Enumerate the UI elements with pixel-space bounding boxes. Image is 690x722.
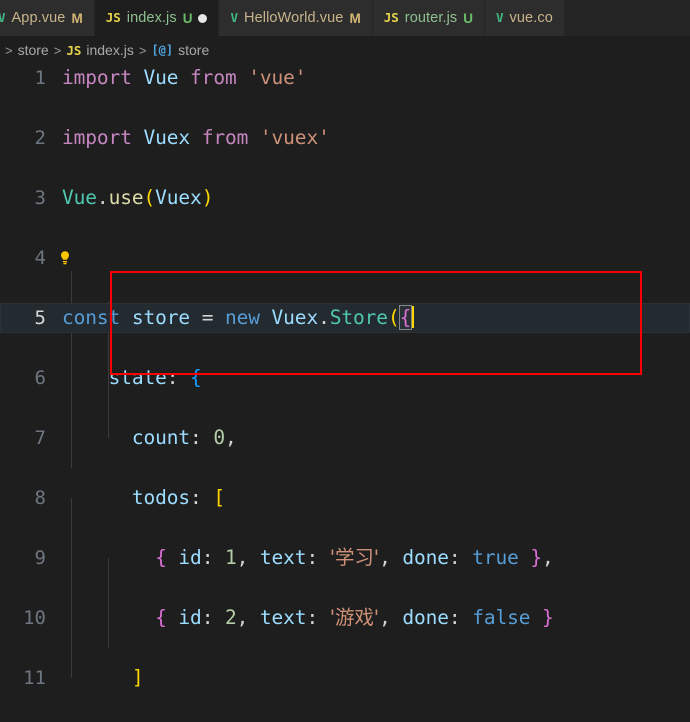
variable-icon: [@]	[151, 43, 174, 57]
code-text: import Vuex from 'vuex'	[62, 126, 330, 149]
code-text: const store = new Vuex.Store({	[62, 303, 415, 333]
code-line-active[interactable]: 5 const store = new Vuex.Store({	[0, 303, 690, 333]
tab-router-js[interactable]: JS router.js U	[372, 0, 486, 36]
vscode-window: V App.vue M JS index.js U V HelloWorld.v…	[0, 0, 690, 722]
code-text: import Vue from 'vue'	[62, 66, 307, 89]
breadcrumb-file-label: index.js	[86, 42, 134, 58]
code-text: count: 0,	[131, 426, 237, 449]
tab-status-badge: M	[71, 10, 83, 26]
line-number: 2	[34, 127, 46, 149]
tab-status-badge: M	[349, 10, 361, 26]
vue-icon: V	[230, 9, 239, 25]
code-line[interactable]: 2 import Vuex from 'vuex'	[0, 123, 690, 153]
code-text: todos: [	[131, 486, 225, 509]
line-number: 11	[23, 667, 46, 689]
code-line[interactable]: 10 { id: 2, text: '游戏', done: false }	[0, 603, 690, 633]
tab-status-badge: U	[463, 10, 474, 26]
code-line[interactable]: 1 import Vue from 'vue'	[0, 63, 690, 93]
code-line[interactable]: 7 count: 0,	[0, 423, 690, 453]
breadcrumb-item-file[interactable]: JS index.js	[66, 42, 134, 58]
line-number: 9	[34, 547, 46, 569]
editor-tab-bar: V App.vue M JS index.js U V HelloWorld.v…	[0, 0, 690, 37]
breadcrumb-item-symbol[interactable]: [@] store	[151, 42, 209, 58]
tab-helloworld-vue[interactable]: V HelloWorld.vue M	[219, 0, 373, 36]
code-line[interactable]: 3 Vue.use(Vuex)	[0, 183, 690, 213]
breadcrumb-symbol-label: store	[178, 42, 210, 58]
code-line[interactable]: 11 ]	[0, 663, 690, 693]
code-line[interactable]: 8 todos: [	[0, 483, 690, 513]
lightbulb-icon[interactable]	[57, 249, 73, 267]
breadcrumb-folder-label: store	[17, 42, 49, 58]
tab-label: HelloWorld.vue	[244, 10, 344, 26]
tab-status-badge: U	[182, 10, 193, 26]
breadcrumb-separator: >	[5, 42, 13, 58]
js-icon: JS	[66, 42, 82, 58]
unsaved-indicator-icon[interactable]	[198, 13, 208, 23]
tab-index-js[interactable]: JS index.js U	[94, 0, 220, 36]
line-number: 6	[34, 367, 46, 389]
breadcrumb-item-folder[interactable]: store	[18, 42, 49, 58]
line-number: 10	[23, 607, 46, 629]
indent-guide	[71, 498, 72, 678]
breadcrumb-separator: >	[53, 42, 62, 58]
line-number: 5	[34, 307, 46, 329]
tab-vue-config-js[interactable]: V vue.co	[485, 0, 565, 36]
breadcrumb: > store > JS index.js > [@] store	[0, 37, 690, 63]
code-text: { id: 2, text: '游戏', done: false }	[155, 606, 554, 629]
code-editor[interactable]: 1 import Vue from 'vue' 2 import Vuex fr…	[0, 63, 690, 722]
line-number: 8	[34, 487, 46, 509]
line-number: 1	[34, 67, 46, 89]
breadcrumb-separator: >	[138, 42, 147, 58]
code-line[interactable]: 9 { id: 1, text: '学习', done: true },	[0, 543, 690, 573]
code-line[interactable]: 6 state: {	[0, 363, 690, 393]
line-number: 4	[34, 247, 46, 269]
tab-label: App.vue	[11, 10, 66, 26]
code-text: { id: 1, text: '学习', done: true },	[155, 546, 554, 569]
js-icon: JS	[383, 9, 399, 25]
line-number: 7	[34, 427, 46, 449]
tab-label: index.js	[126, 10, 177, 26]
line-number: 3	[34, 187, 46, 209]
code-line[interactable]: 4	[0, 243, 690, 273]
tab-app-vue[interactable]: V App.vue M	[0, 0, 95, 36]
code-text: state: {	[108, 366, 202, 389]
js-icon: JS	[105, 9, 121, 25]
indent-guide	[71, 271, 72, 438]
tab-label: vue.co	[509, 10, 553, 26]
vue-icon: V	[0, 11, 6, 25]
code-text: Vue.use(Vuex)	[62, 186, 214, 209]
vue-config-icon: V	[496, 9, 504, 25]
tab-label: router.js	[404, 10, 458, 26]
code-text: ]	[131, 666, 144, 689]
